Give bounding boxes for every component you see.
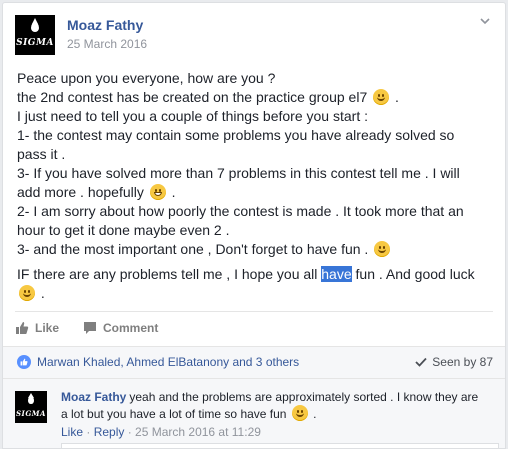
smile-emoji-icon: [373, 89, 390, 105]
seen-by[interactable]: Seen by 87: [415, 355, 493, 369]
post-author-name[interactable]: Moaz Fathy: [67, 16, 147, 34]
likers-text[interactable]: Marwan Khaled, Ahmed ElBatanony and 3 ot…: [37, 355, 299, 369]
comment-avatar[interactable]: SIGMA: [15, 391, 47, 423]
post-header: SIGMA Moaz Fathy 25 March 2016: [15, 15, 147, 55]
sigma-drop-icon: [31, 18, 39, 32]
post-line: add more . hopefully .: [17, 184, 176, 200]
comment-body: Moaz Fathy yeah and the problems are appr…: [61, 389, 481, 440]
avatar-brand-text: SIGMA: [16, 38, 54, 48]
author-info: Moaz Fathy 25 March 2016: [67, 15, 147, 55]
grin-emoji-icon: [149, 184, 166, 200]
chevron-down-icon[interactable]: [479, 15, 493, 29]
post-line: I just need to tell you a couple of thin…: [17, 108, 368, 124]
author-avatar[interactable]: SIGMA: [15, 15, 55, 55]
comment-label: Comment: [103, 321, 159, 335]
like-button[interactable]: Like: [15, 321, 59, 335]
comment-author[interactable]: Moaz Fathy: [61, 390, 126, 404]
smile-emoji-icon: [374, 241, 391, 257]
post-line: hour to get it done maybe even 2 .: [17, 222, 230, 238]
post-card: SIGMA Moaz Fathy 25 March 2016 Peace upo…: [2, 2, 506, 449]
smile-emoji-icon: [19, 285, 35, 301]
post-line: 3- and the most important one , Don't fo…: [17, 240, 495, 259]
comment-meta: Like · Reply · 25 March 2016 at 11:29: [61, 425, 261, 439]
reactions-bar: Marwan Khaled, Ahmed ElBatanony and 3 ot…: [3, 346, 505, 379]
seen-count: Seen by 87: [432, 355, 493, 369]
post-closing: IF there are any problems tell me , I ho…: [17, 266, 475, 301]
checkmark-icon: [415, 357, 427, 367]
selected-text: have: [321, 266, 352, 282]
post-line: 1- the contest may contain some problems…: [17, 127, 455, 143]
post-line: Peace upon you everyone, how are you ?: [17, 70, 276, 86]
comments-section: SIGMA Moaz Fathy yeah and the problems ar…: [3, 379, 505, 448]
post-line: 3- If you have solved more than 7 proble…: [17, 165, 460, 181]
comment-button[interactable]: Comment: [83, 321, 158, 335]
like-label: Like: [35, 321, 60, 335]
comment-like-link[interactable]: Like: [61, 425, 83, 439]
comment-content: Moaz Fathy yeah and the problems are appr…: [61, 390, 479, 421]
post-line: pass it .: [17, 146, 66, 162]
like-badge-icon: [17, 355, 31, 369]
avatar-brand-text: SIGMA: [16, 409, 46, 418]
comment-reply-link[interactable]: Reply: [94, 425, 125, 439]
comment-timestamp[interactable]: 25 March 2016 at 11:29: [135, 425, 261, 439]
actions-divider-top: [15, 311, 493, 312]
post-line: the 2nd contest has be created on the pr…: [17, 89, 399, 105]
thumbs-up-icon: [16, 322, 29, 334]
sigma-drop-icon: [28, 393, 34, 404]
post-body: Peace upon you everyone, how are you ? t…: [17, 69, 495, 303]
post-date[interactable]: 25 March 2016: [67, 36, 147, 52]
reply-input[interactable]: [61, 443, 499, 448]
comment-item: SIGMA Moaz Fathy yeah and the problems ar…: [15, 389, 481, 440]
post-actions: Like Comment: [15, 316, 493, 340]
likers-summary[interactable]: Marwan Khaled, Ahmed ElBatanony and 3 ot…: [17, 355, 299, 369]
post-line: 2- I am sorry about how poorly the conte…: [17, 203, 464, 219]
comment-icon: [84, 322, 97, 334]
smile-emoji-icon: [291, 405, 308, 421]
